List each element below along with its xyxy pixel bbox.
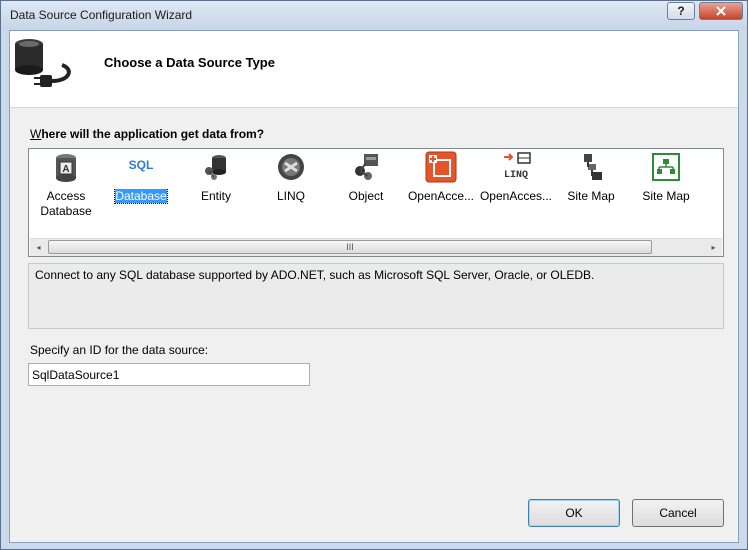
scrollbar-thumb[interactable]: III bbox=[48, 240, 652, 254]
horizontal-scrollbar[interactable]: ◂ III ▸ bbox=[30, 238, 722, 256]
site-map-2-icon bbox=[650, 151, 682, 183]
data-source-label: OpenAcce... bbox=[407, 189, 475, 203]
svg-text:A: A bbox=[62, 164, 69, 175]
data-source-label: Entity bbox=[200, 189, 231, 203]
data-source-label: X bbox=[704, 189, 723, 204]
svg-text:SQL: SQL bbox=[129, 158, 154, 172]
openaccess-icon bbox=[425, 151, 457, 183]
data-source-label: Object bbox=[348, 189, 384, 203]
data-source-label: Site Map bbox=[642, 189, 690, 203]
data-source-item-object[interactable]: Object bbox=[329, 151, 403, 204]
data-source-item-site-map-2[interactable]: Site Map bbox=[629, 151, 703, 204]
selected-label-text: Database bbox=[114, 189, 168, 204]
data-source-list[interactable]: A Access Database SQL Database Entity LI… bbox=[28, 148, 724, 257]
data-source-item-database[interactable]: SQL Database bbox=[104, 151, 178, 204]
data-source-label: LINQ bbox=[276, 189, 305, 203]
data-source-item-site-map[interactable]: Site Map bbox=[554, 151, 628, 204]
data-source-item-entity[interactable]: Entity bbox=[179, 151, 253, 204]
close-button[interactable] bbox=[699, 2, 743, 20]
sql-database-icon: SQL bbox=[125, 151, 157, 183]
id-field-label: Specify an ID for the data source: bbox=[30, 343, 209, 357]
help-button[interactable]: ? bbox=[667, 2, 695, 20]
data-source-description: Connect to any SQL database supported by… bbox=[28, 263, 724, 329]
scroll-left-icon[interactable]: ◂ bbox=[30, 239, 47, 256]
cancel-button[interactable]: Cancel bbox=[632, 499, 724, 527]
linq-icon bbox=[275, 151, 307, 183]
data-source-label: Access Database bbox=[40, 189, 92, 218]
site-map-icon bbox=[575, 151, 607, 183]
ok-button[interactable]: OK bbox=[528, 499, 620, 527]
data-source-label: Site Map bbox=[567, 189, 615, 203]
wizard-header: Choose a Data Source Type bbox=[10, 31, 738, 108]
wizard-body: Choose a Data Source Type Where will the… bbox=[9, 30, 739, 543]
data-source-label: OpenAcces... bbox=[479, 189, 553, 203]
scroll-right-icon[interactable]: ▸ bbox=[705, 239, 722, 256]
svg-text:LINQ: LINQ bbox=[504, 170, 528, 181]
data-source-item-openaccess-linq[interactable]: LINQ OpenAcces... bbox=[479, 151, 553, 204]
entity-icon bbox=[200, 151, 232, 183]
data-source-item-linq[interactable]: LINQ bbox=[254, 151, 328, 204]
data-source-question: Where will the application get data from… bbox=[30, 127, 264, 141]
access-database-icon: A bbox=[50, 151, 82, 183]
wizard-window: Data Source Configuration Wizard ? Choos… bbox=[0, 0, 748, 550]
page-title: Choose a Data Source Type bbox=[104, 55, 275, 70]
database-plug-icon bbox=[15, 39, 71, 87]
window-title: Data Source Configuration Wizard bbox=[10, 8, 193, 22]
openaccess-linq-icon: LINQ bbox=[500, 151, 532, 183]
data-source-item-xml[interactable]: X bbox=[704, 151, 723, 204]
data-source-label-selected: Database bbox=[104, 189, 178, 204]
question-accesskey: W bbox=[30, 127, 42, 141]
data-source-item-openaccess[interactable]: OpenAcce... bbox=[404, 151, 478, 204]
data-source-id-input[interactable] bbox=[28, 363, 310, 386]
title-bar[interactable]: Data Source Configuration Wizard ? bbox=[1, 1, 747, 30]
question-text: here will the application get data from? bbox=[41, 127, 265, 141]
object-icon bbox=[350, 151, 382, 183]
close-icon bbox=[716, 6, 726, 16]
data-source-item-access[interactable]: A Access Database bbox=[29, 151, 103, 219]
